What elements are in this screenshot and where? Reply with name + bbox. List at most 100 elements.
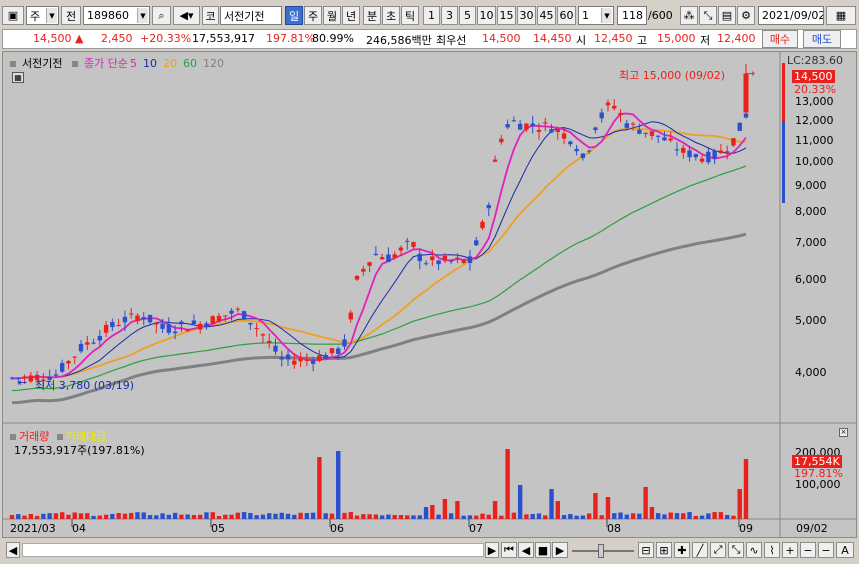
high-annotation: 최고 15,000 (09/02) [619,69,726,82]
sound-icon[interactable]: ◀▾ [173,6,200,25]
font-icon[interactable]: A [836,542,854,558]
count-value: 118 [622,9,643,22]
price-range-bar [782,63,785,121]
high-price: 15,000 [657,32,696,45]
zoom-icon[interactable]: ⁂ [680,6,698,25]
close-pane-icon[interactable]: × [839,428,848,437]
zoom-out-icon[interactable]: − [800,542,816,558]
volume-ratio: 197.81% [266,32,315,45]
stock-name: 서전기전 [220,6,282,25]
chevron-down-icon: ▼ [46,8,57,23]
crosshair-icon[interactable]: ✚ [674,542,690,558]
time-tick-label: 2021/03 [10,522,56,535]
time-tick-label: 06 [330,522,344,535]
lc-label: LC:283.60 [787,54,844,67]
count-max: /600 [648,9,673,22]
draw-icon[interactable]: ⤡ [728,542,744,558]
draw-icon[interactable]: ⤢ [710,542,726,558]
mode-select[interactable]: 주 ▼ [26,6,59,25]
draw-icon[interactable]: ⌇ [764,542,780,558]
interval-5[interactable]: 5 [459,6,476,25]
legend-ma20: 20 [162,57,177,70]
period-daily[interactable]: 일 [285,6,303,25]
tool-icon[interactable]: ⊟ [638,542,654,558]
sell-button[interactable]: 매도 [803,30,841,48]
draw-icon[interactable]: ∿ [746,542,762,558]
low-price: 12,400 [717,32,756,45]
period-second[interactable]: 초 [382,6,400,25]
price-tick-label: 7,000 [795,236,827,249]
calendar-icon[interactable]: ▦ [826,6,856,25]
first-icon[interactable]: ⏮ [501,542,517,558]
legend-toggle-icon[interactable] [56,434,63,440]
arrow-right-icon: → [746,67,756,80]
current-price-tag: 14,500 [792,70,835,83]
window-icon[interactable]: ▣ [2,6,24,25]
chart-area[interactable] [2,51,857,538]
market-label[interactable]: 코 [202,6,219,25]
period-minute[interactable]: 분 [363,6,381,25]
mode-label: 주 [30,9,41,23]
legend-ma120: 120 [202,57,224,70]
legend-ma60: 60 [182,57,197,70]
period-yearly[interactable]: 년 [342,6,360,25]
price-tick-label: 6,000 [795,273,827,286]
interval-3[interactable]: 3 [441,6,458,25]
interval-30[interactable]: 30 [517,6,536,25]
scroll-left-icon[interactable]: ◀ [6,542,20,558]
high-label: 고 [637,34,648,47]
search-icon[interactable]: ⌕ [152,6,171,25]
open-label: 시 [576,34,587,47]
minus-icon[interactable]: − [818,542,834,558]
next-icon[interactable]: ▶ [552,542,568,558]
tool-icon[interactable]: ⊞ [656,542,672,558]
buy-button[interactable]: 매수 [762,30,798,48]
link-icon[interactable]: ⤡ [699,6,717,25]
current-price: 14,500 [33,32,72,45]
legend-toggle-icon[interactable] [71,61,78,67]
open-price: 12,450 [594,32,633,45]
stock-code-value: 189860 [87,9,129,22]
legend-ma10: 10 [142,57,157,70]
low-label: 저 [700,34,711,47]
best-label: 최우선 [436,34,467,47]
scroll-track[interactable] [22,543,484,557]
period-weekly[interactable]: 주 [304,6,322,25]
time-tick-label: 07 [469,522,483,535]
date-field[interactable]: 2021/09/02 [758,6,824,25]
save-icon[interactable]: ▤ [718,6,736,25]
prev-button[interactable]: 전 [61,6,81,25]
prev-icon[interactable]: ◀ [518,542,534,558]
count-select[interactable]: 1 ▼ [578,6,614,25]
stop-icon[interactable]: ■ [535,542,551,558]
volume: 17,553,917 [192,32,255,45]
legend-ma-label: 종가 단순 [83,57,128,70]
legend-toggle-icon[interactable] [10,434,16,440]
bottom-toolbar: ◀ ▶ ⏮ ◀ ■ ▶ ⊟ ⊞ ✚ ╱ ⤢ ⤡ ∿ ⌇ + − − A [2,539,857,563]
interval-60[interactable]: 60 [557,6,576,25]
volume-value: 17,553,917주(197.81%) [14,444,145,457]
period-tick[interactable]: 틱 [401,6,419,25]
time-axis-end: 09/02 [796,522,828,535]
legend-toggle-icon[interactable] [10,61,16,67]
count-input[interactable]: 118 [617,6,647,25]
draw-icon[interactable]: ╱ [692,542,708,558]
interval-15[interactable]: 15 [497,6,516,25]
zoom-slider-handle[interactable] [598,544,604,558]
chevron-down-icon: ▼ [601,8,612,23]
gear-icon[interactable]: ⚙ [737,6,755,25]
change-rate: +20.33% [140,32,192,45]
price-tick-label: 11,000 [795,134,834,147]
interval-45[interactable]: 45 [537,6,556,25]
time-tick-label: 05 [211,522,225,535]
interval-10[interactable]: 10 [477,6,496,25]
zoom-in-icon[interactable]: + [782,542,798,558]
interval-1[interactable]: 1 [423,6,440,25]
date-value: 2021/09/02 [762,9,824,22]
period-monthly[interactable]: 월 [323,6,341,25]
scroll-right-icon[interactable]: ▶ [485,542,499,558]
grid-icon[interactable]: ▦ [12,72,24,83]
legend-ma5: 5 [129,57,137,70]
stock-code-input[interactable]: 189860 ▼ [83,6,150,25]
price-tick-label: 10,000 [795,155,834,168]
